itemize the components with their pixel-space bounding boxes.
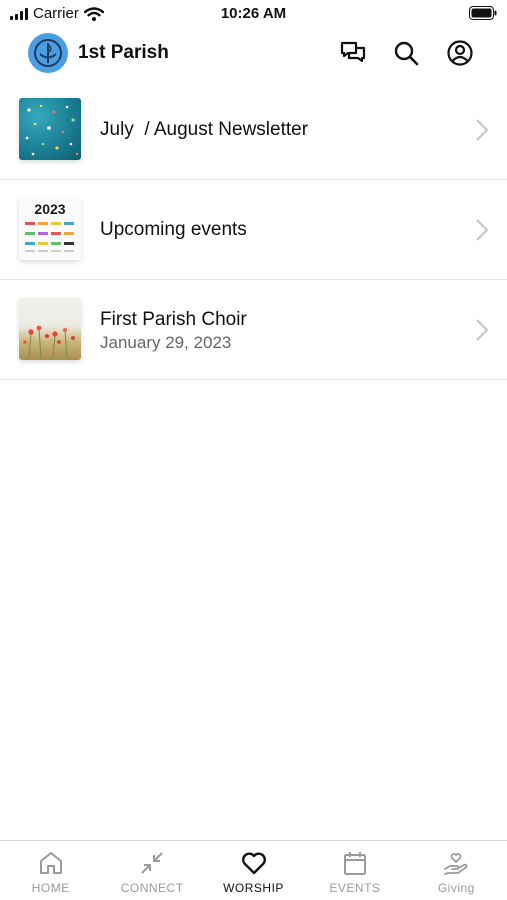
tab-label: CONNECT [120,881,184,895]
chalice-logo-icon [34,39,62,67]
app-title: 1st Parish [78,42,169,63]
account-icon [447,40,473,66]
item-date: January 29, 2023 [100,333,232,352]
wifi-icon [83,6,104,21]
search-button[interactable] [392,39,420,67]
connect-arrows-icon [141,852,163,874]
tab-label: EVENTS [329,881,381,895]
item-title: July / August Newsletter [100,119,309,140]
carrier-label: Carrier [33,5,79,22]
tab-worship[interactable]: WORSHIP [203,841,304,900]
chevron-right-icon [476,119,489,141]
calendar-icon [343,852,366,875]
tab-label: WORSHIP [223,881,284,895]
list-item[interactable]: July / August Newsletter [0,80,507,180]
tab-label: Giving [437,881,475,895]
battery-icon [469,6,497,20]
poppy-field-image [23,325,75,359]
signal-icon [10,7,28,20]
tab-giving[interactable]: Giving [406,841,507,900]
status-bar: Carrier 10:26 AM [0,0,507,28]
list-item[interactable]: First Parish Choir January 29, 2023 [0,280,507,380]
chevron-right-icon [476,319,489,341]
tab-connect[interactable]: CONNECT [101,841,202,900]
tab-label: HOME [31,881,70,895]
messages-button[interactable] [339,39,367,67]
tab-home[interactable]: HOME [0,841,101,900]
parish-logo[interactable] [28,33,68,73]
app-header: 1st Parish [0,28,507,80]
heart-icon [241,852,266,875]
worship-list: July / August Newsletter 2023 Upcoming e… [0,80,507,380]
item-title: Upcoming events [100,219,247,240]
confetti-image [25,104,79,156]
chevron-right-icon [476,219,489,241]
home-icon [39,852,62,874]
newsletter-thumbnail [19,98,81,160]
carrier-info: Carrier [10,5,104,22]
tab-events[interactable]: EVENTS [304,841,405,900]
thumbnail-year-text: 2023 [34,201,66,217]
search-icon [394,41,419,66]
chat-bubbles-icon [340,41,366,63]
profile-button[interactable] [446,39,474,67]
giving-hand-heart-icon [444,853,468,875]
bottom-tab-bar: HOME CONNECT WORSHIP EVENTS Giving [0,840,507,900]
flower-field-thumbnail [19,298,81,360]
calendar-2023-thumbnail: 2023 [19,198,81,260]
list-item[interactable]: 2023 Upcoming events [0,180,507,280]
item-title: First Parish Choir [100,309,247,330]
